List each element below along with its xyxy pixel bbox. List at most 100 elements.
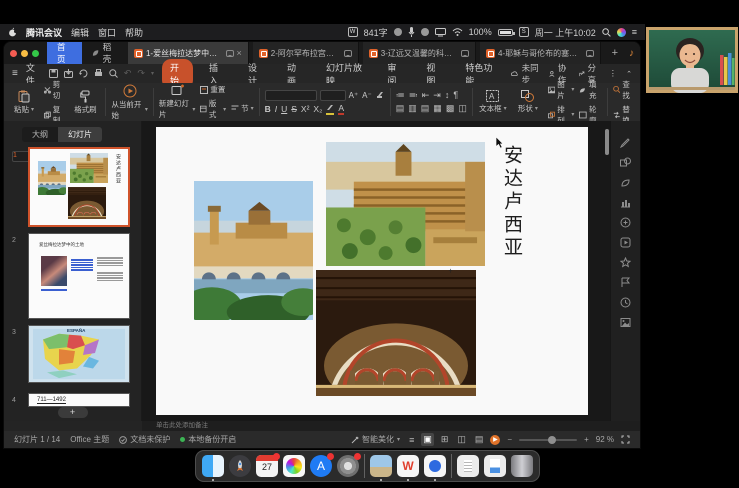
find-button[interactable]: 查找: [613, 79, 635, 101]
text-direction-icon[interactable]: ¶: [453, 90, 458, 101]
wps-menubar-icon[interactable]: W: [348, 27, 358, 37]
webcam-video[interactable]: [646, 27, 738, 93]
slide-2-thumbnail[interactable]: 爱丝梅拉达梦中的土地: [28, 233, 130, 319]
trash-dock-icon[interactable]: [511, 455, 533, 477]
image-panel-icon[interactable]: [620, 317, 631, 328]
flag-panel-icon[interactable]: [620, 277, 631, 288]
smart-beautify-button[interactable]: 智能美化▾: [351, 434, 400, 445]
slide-3-thumbnail[interactable]: ESPAÑA: [28, 325, 130, 383]
zoom-in-button[interactable]: +: [584, 435, 589, 444]
menu-app-name[interactable]: 腾讯会议: [26, 26, 62, 39]
qat-dropdown-icon[interactable]: ▾: [151, 70, 154, 77]
screenshot-dock-icon[interactable]: [370, 455, 392, 477]
speaker-notes-bar[interactable]: 单击此处添加备注: [142, 421, 640, 431]
menubar-clock[interactable]: 周一 上午10:02: [535, 26, 596, 39]
calendar-dock-icon[interactable]: 27: [256, 455, 278, 477]
shrink-font-button[interactable]: A⁻: [362, 91, 372, 100]
chart-panel-icon[interactable]: [620, 197, 631, 208]
microphone-icon[interactable]: [408, 27, 415, 37]
edit-pen-icon[interactable]: [620, 137, 631, 148]
slide-title-vertical[interactable]: 安达卢西亚: [499, 145, 526, 260]
apple-logo-icon[interactable]: [8, 27, 17, 37]
slide-canvas[interactable]: 安达卢西亚 ﹢: [156, 127, 588, 415]
zoom-out-button[interactable]: −: [507, 435, 512, 444]
meeting-status-icon[interactable]: [394, 28, 402, 36]
bullet-list-icon[interactable]: ≔: [396, 90, 405, 101]
font-family-select[interactable]: [265, 90, 317, 101]
photo-mezquita-aerial[interactable]: [326, 142, 485, 266]
columns-icon[interactable]: ◫: [458, 103, 467, 114]
new-document-tab-button[interactable]: +: [605, 47, 625, 59]
close-window-button[interactable]: [10, 50, 17, 57]
photo-mezquita-arches[interactable]: [316, 270, 476, 396]
align-center-icon[interactable]: ▥: [408, 103, 417, 114]
comment-bubble-icon[interactable]: [586, 50, 594, 57]
history-panel-icon[interactable]: [620, 297, 631, 308]
document-protection-status[interactable]: 文档未保护: [119, 434, 170, 445]
slide-1-thumbnail[interactable]: 安达卢西亚: [28, 147, 130, 227]
distribute-icon[interactable]: ▩: [446, 103, 455, 114]
play-from-current-button[interactable]: 从当前开始▾: [111, 84, 147, 121]
reading-view-button[interactable]: ◫: [455, 433, 468, 446]
finder-dock-icon[interactable]: [202, 455, 224, 477]
color-fill-panel-icon[interactable]: [620, 177, 631, 188]
outdent-icon[interactable]: ⇤: [422, 90, 430, 101]
save-icon[interactable]: [49, 69, 58, 78]
layout-button[interactable]: 版式▾: [200, 98, 226, 120]
normal-view-button[interactable]: ≡: [407, 434, 416, 446]
slide-view-button[interactable]: ▣: [421, 433, 434, 446]
text-highlight-button[interactable]: [326, 103, 334, 115]
star-panel-icon[interactable]: [620, 257, 631, 268]
control-center-icon[interactable]: ≡: [632, 27, 637, 37]
undo-history-icon[interactable]: [79, 69, 88, 78]
print-preview-icon[interactable]: [109, 69, 118, 78]
outline-view-tab[interactable]: 大纲: [22, 127, 58, 142]
align-left-icon[interactable]: ▤: [396, 103, 405, 114]
sync-status[interactable]: 未同步: [511, 62, 540, 86]
new-slide-button[interactable]: 新建幻灯片▾: [159, 84, 195, 120]
font-color-button[interactable]: A: [338, 103, 344, 115]
record-status-icon[interactable]: [421, 28, 429, 36]
print-icon[interactable]: [94, 69, 103, 78]
line-spacing-icon[interactable]: ↕: [445, 90, 450, 101]
tencent-meeting-dock-icon[interactable]: [424, 455, 446, 477]
strikethrough-button[interactable]: S: [291, 104, 297, 114]
comment-bubble-icon[interactable]: [461, 50, 469, 57]
smart-assistant-icon[interactable]: [620, 217, 631, 228]
paste-button[interactable]: 粘贴▾: [9, 90, 39, 115]
cut-button[interactable]: 剪切: [44, 79, 65, 101]
menu-item-help[interactable]: 帮助: [125, 26, 143, 39]
subscript-button[interactable]: X₂: [313, 104, 322, 114]
add-slide-button[interactable]: +: [58, 407, 88, 418]
downloads-dock-icon[interactable]: [484, 455, 506, 477]
close-tab-icon[interactable]: ×: [237, 48, 242, 58]
section-button[interactable]: 节▾: [231, 103, 254, 114]
picture-button[interactable]: 图片▾: [548, 79, 575, 101]
slideshow-play-button[interactable]: ▶: [490, 435, 500, 445]
indent-icon[interactable]: ⇥: [433, 90, 441, 101]
main-menu-icon[interactable]: ≡: [12, 68, 18, 79]
undo-icon[interactable]: ↶: [124, 68, 132, 79]
theme-name[interactable]: Office 主题: [70, 434, 109, 445]
redo-icon[interactable]: ↷: [137, 68, 145, 79]
zoom-window-button[interactable]: [32, 50, 39, 57]
clear-format-icon[interactable]: [376, 91, 385, 99]
align-right-icon[interactable]: ▤: [421, 103, 430, 114]
local-backup-status[interactable]: 本地备份开启: [180, 434, 236, 445]
zoom-percent[interactable]: 92 %: [596, 435, 614, 444]
documents-stack-dock-icon[interactable]: [457, 455, 479, 477]
shapes-panel-icon[interactable]: [620, 157, 631, 168]
menu-item-window[interactable]: 窗口: [98, 26, 116, 39]
spotlight-search-icon[interactable]: [602, 28, 611, 37]
shape-button[interactable]: 形状▾: [513, 90, 543, 114]
justify-icon[interactable]: ▦: [433, 103, 442, 114]
reset-button[interactable]: 重置: [200, 84, 226, 95]
font-size-select[interactable]: [320, 90, 346, 101]
textbox-button[interactable]: A 文本框▾: [478, 90, 508, 114]
slide-sorter-view-button[interactable]: ⊞: [439, 433, 451, 446]
comment-bubble-icon[interactable]: [344, 50, 352, 57]
comment-bubble-icon[interactable]: [226, 50, 234, 57]
format-painter-button[interactable]: 格式刷: [70, 90, 100, 115]
input-source-icon[interactable]: S: [519, 27, 529, 37]
fill-button[interactable]: 填充: [579, 79, 601, 101]
